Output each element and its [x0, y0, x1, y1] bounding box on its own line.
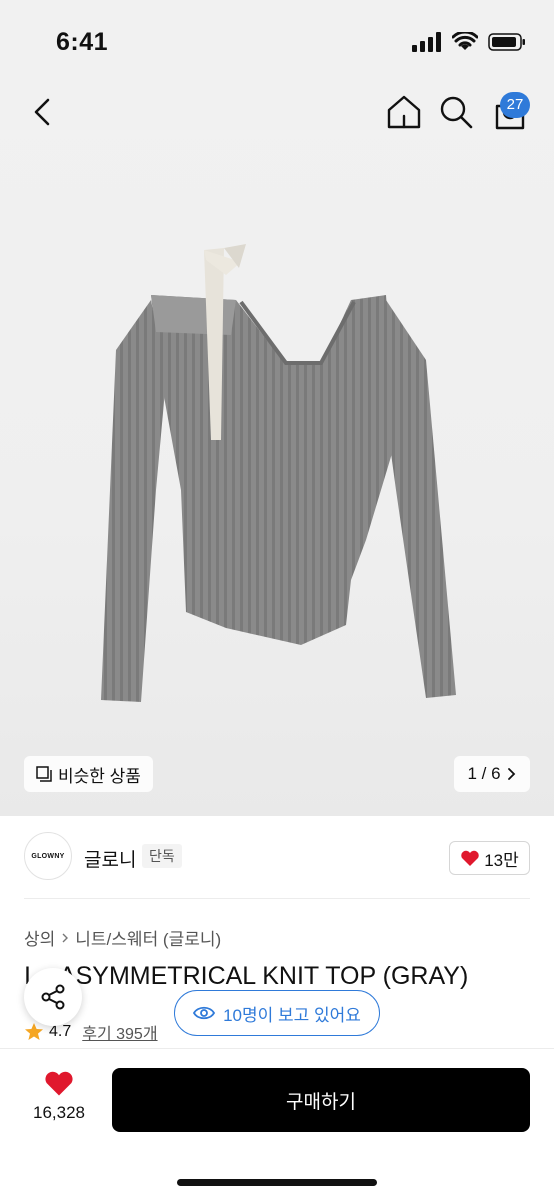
- similar-icon: [36, 766, 52, 782]
- brand-logo[interactable]: GLOWNY: [24, 832, 72, 880]
- viewers-label: 10명이 보고 있어요: [223, 1005, 361, 1025]
- search-icon[interactable]: [436, 92, 476, 132]
- similar-products-label: 비슷한 상품: [58, 766, 141, 786]
- eye-icon: [193, 1006, 216, 1020]
- chevron-right-icon: [62, 933, 69, 942]
- star-icon: [25, 1023, 43, 1040]
- share-icon: [41, 984, 65, 1010]
- product-image: [101, 244, 456, 702]
- home-icon[interactable]: [384, 92, 424, 132]
- image-pager-label: 1 / 6: [467, 764, 501, 783]
- product-title-text: ASYMMETRICAL KNIT TOP (GRAY): [58, 962, 469, 990]
- breadcrumb-category[interactable]: 상의: [24, 925, 55, 950]
- brand-like-button[interactable]: 13만: [449, 841, 530, 875]
- heart-icon: [461, 850, 479, 866]
- reviews-link[interactable]: 후기 395개: [82, 1020, 157, 1044]
- brand-name[interactable]: 글로니: [84, 845, 136, 872]
- chevron-right-icon: [507, 768, 515, 780]
- viewers-badge: 10명이 보고 있어요: [174, 990, 380, 1036]
- bottom-action-bar: 16,328 구매하기: [0, 1048, 554, 1200]
- buy-button[interactable]: 구매하기: [112, 1068, 530, 1132]
- image-pager[interactable]: 1 / 6: [454, 756, 530, 792]
- cart-count-badge: 27: [500, 92, 530, 118]
- status-time: 6:41: [56, 28, 109, 56]
- wishlist-count: 16,328: [33, 1103, 85, 1122]
- breadcrumb-subcategory[interactable]: 니트/스웨터 (글로니): [75, 925, 221, 950]
- product-title: I ASYMMETRICAL KNIT TOP (GRAY): [24, 962, 468, 991]
- back-icon[interactable]: [26, 92, 62, 132]
- divider: [24, 898, 530, 899]
- heart-icon: [45, 1071, 73, 1096]
- wishlist-button[interactable]: 16,328: [20, 1069, 98, 1133]
- home-indicator: [177, 1179, 377, 1186]
- brand-like-count: 13만: [484, 850, 519, 870]
- similar-products-button[interactable]: 비슷한 상품: [24, 756, 153, 792]
- signal-icon: [412, 32, 441, 52]
- breadcrumb: 상의 니트/스웨터 (글로니): [24, 925, 221, 950]
- status-bar: 6:41: [0, 0, 554, 80]
- wifi-icon: [452, 32, 478, 50]
- exclusive-tag: 단독: [142, 844, 182, 868]
- share-button[interactable]: [24, 968, 82, 1026]
- battery-icon: [488, 33, 525, 51]
- status-icons: [412, 32, 526, 52]
- brand-row: GLOWNY 글로니 단독 13만: [0, 832, 554, 884]
